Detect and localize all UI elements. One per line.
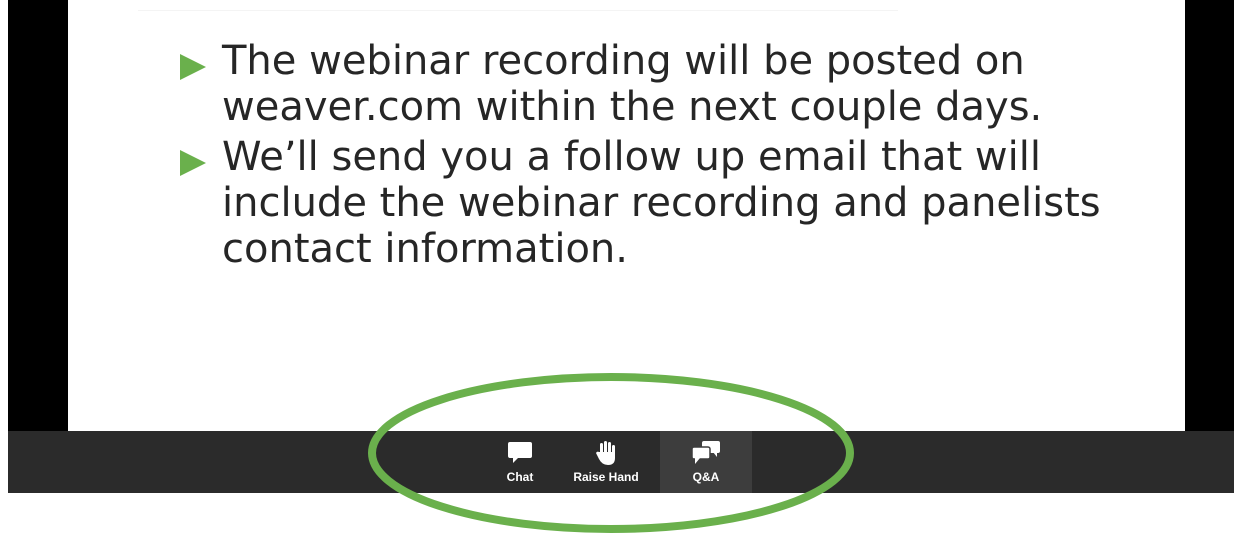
shared-slide: The webinar recording will be posted on … <box>68 0 1185 431</box>
webinar-window: The webinar recording will be posted on … <box>8 0 1234 493</box>
slide-bullet: We’ll send you a follow up email that wi… <box>178 134 1138 272</box>
raise-hand-label: Raise Hand <box>573 470 639 484</box>
chat-label: Chat <box>506 470 534 484</box>
slide-faint-line <box>138 10 898 21</box>
slide-bullet-text: The webinar recording will be posted on … <box>222 38 1043 130</box>
qa-label: Q&A <box>692 470 720 484</box>
slide-bullet-list: The webinar recording will be posted on … <box>178 38 1138 276</box>
meeting-toolbar: Chat Raise Hand Q&A <box>8 431 1234 493</box>
slide-bullet: The webinar recording will be posted on … <box>178 38 1138 130</box>
bullet-arrow-icon <box>178 134 222 188</box>
slide-bullet-text: We’ll send you a follow up email that wi… <box>222 134 1101 272</box>
raise-hand-button[interactable]: Raise Hand <box>570 431 642 493</box>
chat-icon <box>507 440 533 466</box>
raise-hand-icon <box>595 440 617 466</box>
bullet-arrow-icon <box>178 38 222 92</box>
qa-button[interactable]: Q&A <box>660 431 752 493</box>
chat-button[interactable]: Chat <box>484 431 556 493</box>
qa-icon <box>691 440 721 466</box>
